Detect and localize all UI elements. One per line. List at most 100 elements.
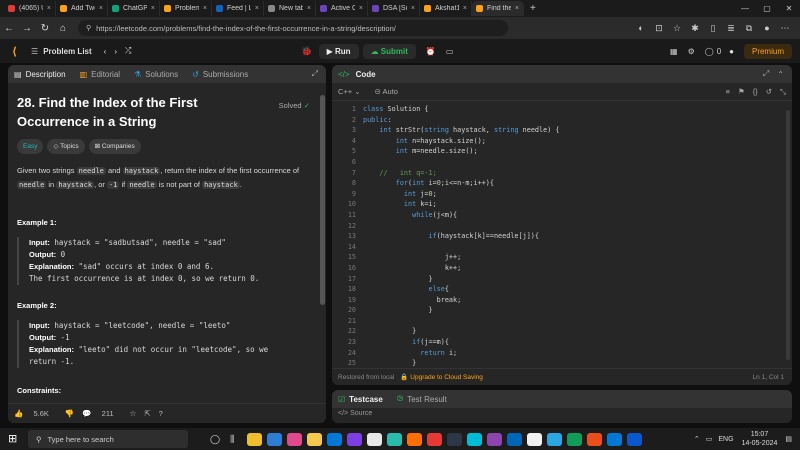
tab-submissions[interactable]: ↺ Submissions xyxy=(192,70,252,79)
close-tab-icon[interactable]: × xyxy=(147,5,155,12)
expand-icon[interactable]: ⤢ xyxy=(312,69,318,79)
code-editor[interactable]: 1 class Solution {2 public: 3 int strStr(st… xyxy=(332,104,792,368)
close-tab-icon[interactable]: × xyxy=(43,5,51,12)
taskbar-app-icon[interactable] xyxy=(327,432,343,446)
taskbar-app-icon[interactable] xyxy=(567,432,583,446)
avatar[interactable]: ● xyxy=(729,47,734,56)
close-window-icon[interactable]: ✕ xyxy=(778,4,800,13)
home-icon[interactable]: ⌂ xyxy=(54,23,72,34)
close-tab-icon[interactable]: × xyxy=(407,5,415,12)
new-tab-button[interactable]: + xyxy=(530,3,536,14)
timer-icon[interactable]: ⏰ xyxy=(426,47,436,56)
windows-start-icon[interactable]: ⊞ xyxy=(8,432,17,445)
collections-icon[interactable]: ⧉ xyxy=(740,23,758,34)
taskbar-app-icon[interactable] xyxy=(627,432,643,446)
widgets-icon[interactable]: ⫼ xyxy=(230,434,234,445)
taskbar-app-icon[interactable] xyxy=(407,432,423,446)
browser-tab[interactable]: Add Two N× xyxy=(56,1,108,16)
run-button[interactable]: ▶ Run xyxy=(318,43,359,59)
taskbar-app-icon[interactable] xyxy=(367,432,383,446)
debug-icon[interactable]: 🐞 xyxy=(301,46,312,57)
close-tab-icon[interactable]: × xyxy=(251,5,259,12)
close-tab-icon[interactable]: × xyxy=(355,5,363,12)
source-label[interactable]: </> Source xyxy=(332,408,792,419)
close-tab-icon[interactable]: × xyxy=(95,5,103,12)
profile-icon[interactable]: ● xyxy=(758,23,776,34)
tab-testcase[interactable]: ☑ Testcase xyxy=(338,395,387,404)
network-icon[interactable]: ▭ xyxy=(706,435,713,443)
code-tab-label[interactable]: Code xyxy=(356,70,376,79)
autocomplete-toggle[interactable]: ⊝ Auto xyxy=(375,87,398,96)
favorites-icon[interactable]: ≣ xyxy=(722,23,740,34)
braces-icon[interactable]: {} xyxy=(753,87,758,97)
shuffle-icon[interactable]: ⤮ xyxy=(125,46,131,56)
favorite-star-icon[interactable]: ☆ xyxy=(130,409,137,418)
browser-tab[interactable]: New tab × xyxy=(264,1,316,16)
back-icon[interactable]: ← xyxy=(0,23,18,34)
language-indicator[interactable]: ENG xyxy=(718,436,733,443)
star-icon[interactable]: ☆ xyxy=(668,23,686,34)
task-view-icon[interactable]: ◯ xyxy=(210,434,220,445)
topics-chip[interactable]: ◇ Topics xyxy=(47,139,85,154)
browser-tab[interactable]: Problems× xyxy=(160,1,212,16)
prev-problem-icon[interactable]: ‹ xyxy=(104,47,107,56)
premium-button[interactable]: Premium xyxy=(743,43,792,59)
minimize-icon[interactable]: — xyxy=(734,4,756,13)
reload-icon[interactable]: ↻ xyxy=(36,23,54,34)
submit-button[interactable]: ☁ Submit xyxy=(362,43,416,59)
help-icon[interactable]: ? xyxy=(159,409,163,418)
close-tab-icon[interactable]: × xyxy=(459,5,467,12)
next-problem-icon[interactable]: › xyxy=(114,47,117,56)
upgrade-link[interactable]: 🔒 Upgrade to Cloud Saving xyxy=(400,373,483,381)
taskbar-app-icon[interactable] xyxy=(267,432,283,446)
taskbar-app-icon[interactable] xyxy=(427,432,443,446)
browser-tab[interactable]: DSA [Supe× xyxy=(368,1,420,16)
extensions-icon[interactable]: ✱ xyxy=(686,23,704,34)
description-scrollbar[interactable] xyxy=(320,95,325,305)
taskbar-app-icon[interactable] xyxy=(307,432,323,446)
fullscreen-icon[interactable]: ⤡ xyxy=(780,87,786,97)
comments-button[interactable]: 💬 211 xyxy=(82,409,121,418)
taskbar-app-icon[interactable] xyxy=(347,432,363,446)
maximize-icon[interactable]: ⤢ xyxy=(763,69,769,79)
tab-editorial[interactable]: ▥ Editorial xyxy=(80,70,124,79)
taskbar-search[interactable]: ⚲ Type here to search xyxy=(28,430,188,448)
browser-tab[interactable]: Akshat1 Fro× xyxy=(420,1,472,16)
reset-icon[interactable]: ↺ xyxy=(766,87,772,97)
leetcode-logo-icon[interactable]: ⟨ xyxy=(12,45,17,58)
taskbar-app-icon[interactable] xyxy=(447,432,463,446)
split-icon[interactable]: ▯ xyxy=(704,23,722,34)
extension-icon[interactable]: ◐ xyxy=(632,23,650,34)
format-icon[interactable]: ≡ xyxy=(726,87,730,97)
tray-chevron-icon[interactable]: ⌃ xyxy=(694,435,700,443)
cast-icon[interactable]: ⊡ xyxy=(650,23,668,34)
taskbar-app-icon[interactable] xyxy=(387,432,403,446)
close-tab-icon[interactable]: × xyxy=(511,5,519,12)
bookmark-icon[interactable]: ⚑ xyxy=(738,87,745,97)
clock[interactable]: 15:07 14-05-2024 xyxy=(742,430,778,448)
taskbar-app-icon[interactable] xyxy=(467,432,483,446)
problem-list-button[interactable]: ☰ Problem List xyxy=(31,47,92,56)
close-tab-icon[interactable]: × xyxy=(199,5,207,12)
tab-solutions[interactable]: ⚗ Solutions xyxy=(134,70,182,79)
more-icon[interactable]: ⋯ xyxy=(776,23,794,34)
close-tab-icon[interactable]: × xyxy=(303,5,311,12)
site-info-icon[interactable]: ⚲ xyxy=(86,24,91,32)
editor-scrollbar[interactable] xyxy=(786,110,790,360)
share-icon[interactable]: ⇱ xyxy=(144,409,150,418)
tab-description[interactable]: ▤ Description xyxy=(14,70,70,79)
taskbar-app-icon[interactable] xyxy=(247,432,263,446)
companies-chip[interactable]: ⊠ Companies xyxy=(88,139,141,154)
browser-tab[interactable]: (4065) US Cl× xyxy=(4,1,56,16)
streak-icon[interactable]: ◯ xyxy=(705,47,714,56)
taskbar-app-icon[interactable] xyxy=(287,432,303,446)
browser-tab[interactable]: Feed | Linke× xyxy=(212,1,264,16)
browser-tab[interactable]: Active Cou× xyxy=(316,1,368,16)
taskbar-app-icon[interactable] xyxy=(547,432,563,446)
forward-icon[interactable]: → xyxy=(18,23,36,34)
taskbar-app-icon[interactable] xyxy=(607,432,623,446)
layout-icon[interactable]: ▦ xyxy=(670,47,678,56)
taskbar-app-icon[interactable] xyxy=(487,432,503,446)
taskbar-app-icon[interactable] xyxy=(507,432,523,446)
language-select[interactable]: C++ ⌄ xyxy=(338,87,361,96)
